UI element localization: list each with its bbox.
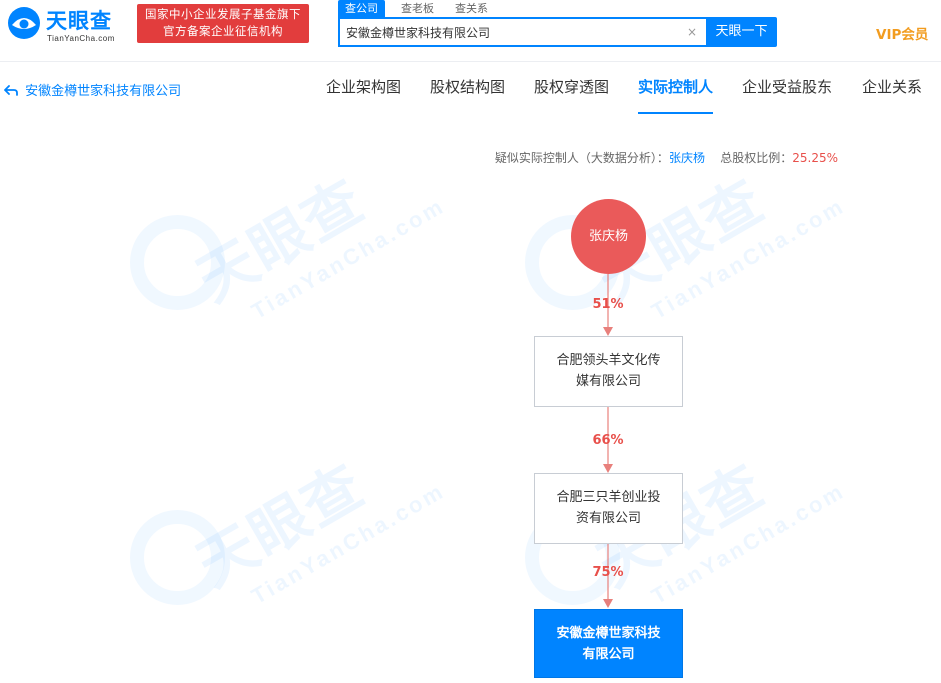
- search-input[interactable]: [346, 22, 676, 42]
- controller-summary: 疑似实际控制人（大数据分析）：张庆杨 总股权比例：25.25%: [0, 149, 838, 166]
- search-tab-relation[interactable]: 查关系: [455, 0, 488, 17]
- site-logo[interactable]: 天眼查 TianYanCha.com: [6, 5, 136, 45]
- summary-ratio-value: 25.25%: [792, 151, 838, 165]
- gov-badge-line2: 官方备案企业征信机构: [163, 24, 283, 38]
- search-tab-company[interactable]: 查公司: [338, 0, 385, 17]
- company-node[interactable]: 合肥三只羊创业投 资有限公司: [534, 473, 683, 544]
- company-node[interactable]: 合肥领头羊文化传 媒有限公司: [534, 336, 683, 407]
- tab-enterprise-structure[interactable]: 企业架构图: [326, 77, 401, 114]
- edge-arrow: [603, 464, 613, 473]
- search-tab-boss[interactable]: 查老板: [401, 0, 434, 17]
- company-name-line: 媒有限公司: [575, 374, 641, 389]
- company-name-line: 合肥三只羊创业投: [556, 490, 661, 505]
- tab-enterprise-relations[interactable]: 企业关系: [862, 77, 922, 114]
- edge-percent: 66%: [592, 433, 624, 448]
- watermark-circle: [130, 215, 225, 310]
- watermark-circle: [130, 510, 225, 605]
- vip-link[interactable]: VIP会员: [876, 23, 928, 43]
- summary-ratio-label: 总股权比例：: [720, 151, 793, 165]
- target-company-node[interactable]: 安徽金樽世家科技 有限公司: [534, 609, 683, 678]
- target-name-line: 安徽金樽世家科技: [556, 626, 661, 641]
- logo-subtext: TianYanCha.com: [47, 34, 115, 43]
- clear-icon[interactable]: ×: [685, 23, 699, 41]
- gov-badge: 国家中小企业发展子基金旗下 官方备案企业征信机构: [137, 4, 309, 43]
- edge-arrow: [603, 599, 613, 608]
- search-button[interactable]: 天眼一下: [706, 17, 777, 47]
- graph-tabs: 企业架构图 股权结构图 股权穿透图 实际控制人 企业受益股东 企业关系: [0, 66, 941, 114]
- edge-percent: 51%: [592, 297, 624, 312]
- edge-percent: 75%: [592, 565, 624, 580]
- tab-equity-structure[interactable]: 股权结构图: [430, 77, 505, 114]
- target-name-line: 有限公司: [582, 647, 635, 662]
- edge-arrow: [603, 327, 613, 336]
- watermark: 天眼查TianYanCha.com: [185, 450, 450, 609]
- logo-eye-icon: [8, 7, 40, 39]
- gov-badge-line1: 国家中小企业发展子基金旗下: [145, 7, 301, 21]
- controller-node[interactable]: 张庆杨: [571, 199, 646, 274]
- company-name-line: 资有限公司: [575, 511, 641, 526]
- tab-equity-penetration[interactable]: 股权穿透图: [534, 77, 609, 114]
- company-name-line: 合肥领头羊文化传: [556, 353, 661, 368]
- top-header: 天眼查 TianYanCha.com 国家中小企业发展子基金旗下 官方备案企业征…: [0, 0, 941, 62]
- summary-controller-link[interactable]: 张庆杨: [669, 151, 705, 165]
- summary-prefix: 疑似实际控制人（大数据分析）：: [494, 151, 669, 165]
- tab-actual-controller[interactable]: 实际控制人: [638, 77, 714, 114]
- logo-text: 天眼查: [46, 9, 112, 33]
- search-box: ×: [338, 17, 706, 47]
- tab-beneficial-owners[interactable]: 企业受益股东: [742, 77, 832, 114]
